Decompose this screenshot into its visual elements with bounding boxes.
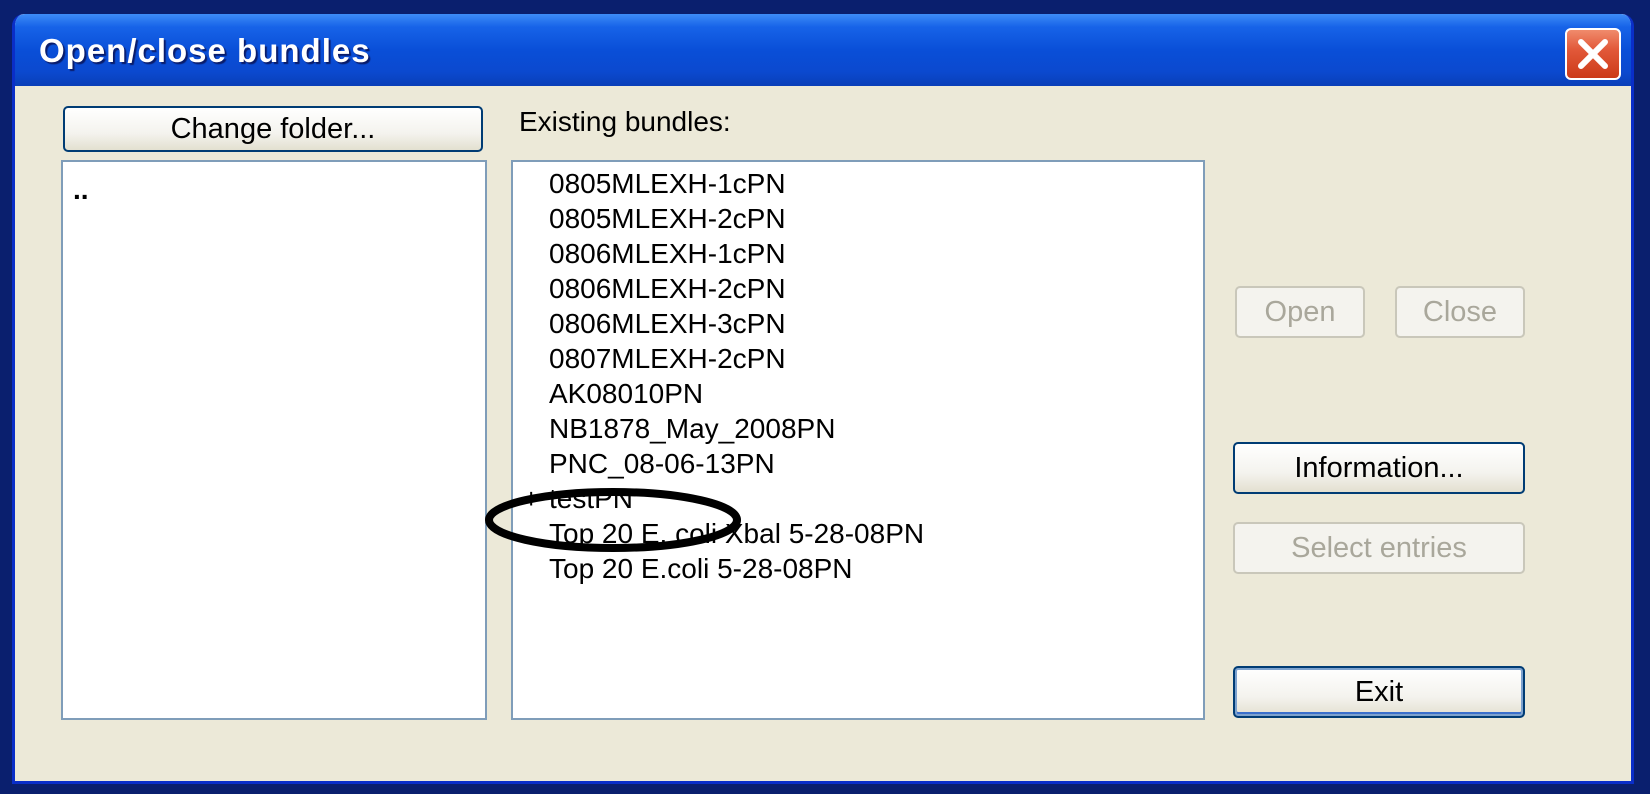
open-bundle-marker: +	[523, 483, 540, 514]
folder-item-parent[interactable]: ..	[73, 172, 89, 207]
bundle-item-open[interactable]: testPN	[549, 481, 633, 516]
close-bundle-button[interactable]: Close	[1395, 286, 1525, 338]
bundle-item[interactable]: 0806MLEXH-2cPN	[549, 271, 786, 306]
folder-list[interactable]: ..	[61, 160, 487, 720]
bundle-list[interactable]: 0805MLEXH-1cPN 0805MLEXH-2cPN 0806MLEXH-…	[511, 160, 1205, 720]
bundle-item[interactable]: 0805MLEXH-1cPN	[549, 166, 786, 201]
dialog-window: Open/close bundles Change folder... .. E…	[12, 14, 1634, 784]
change-folder-button[interactable]: Change folder...	[63, 106, 483, 152]
bundle-item[interactable]: NB1878_May_2008PN	[549, 411, 835, 446]
information-button[interactable]: Information...	[1233, 442, 1525, 494]
existing-bundles-label: Existing bundles:	[519, 106, 731, 137]
exit-button[interactable]: Exit	[1233, 666, 1525, 718]
window-title: Open/close bundles	[39, 32, 371, 69]
close-window-button[interactable]	[1565, 28, 1621, 80]
bundle-item[interactable]: 0807MLEXH-2cPN	[549, 341, 786, 376]
close-x-icon	[1578, 39, 1608, 69]
bundle-item[interactable]: Top 20 E. coli Xbal 5-28-08PN	[549, 516, 924, 551]
bundle-item[interactable]: AK08010PN	[549, 376, 703, 411]
title-bar[interactable]: Open/close bundles	[15, 14, 1631, 86]
bundle-item[interactable]: PNC_08-06-13PN	[549, 446, 775, 481]
bundle-item[interactable]: 0806MLEXH-1cPN	[549, 236, 786, 271]
bundle-item[interactable]: Top 20 E.coli 5-28-08PN	[549, 551, 853, 586]
bundle-item[interactable]: 0805MLEXH-2cPN	[549, 201, 786, 236]
open-button[interactable]: Open	[1235, 286, 1365, 338]
bundle-item[interactable]: 0806MLEXH-3cPN	[549, 306, 786, 341]
select-entries-button[interactable]: Select entries	[1233, 522, 1525, 574]
